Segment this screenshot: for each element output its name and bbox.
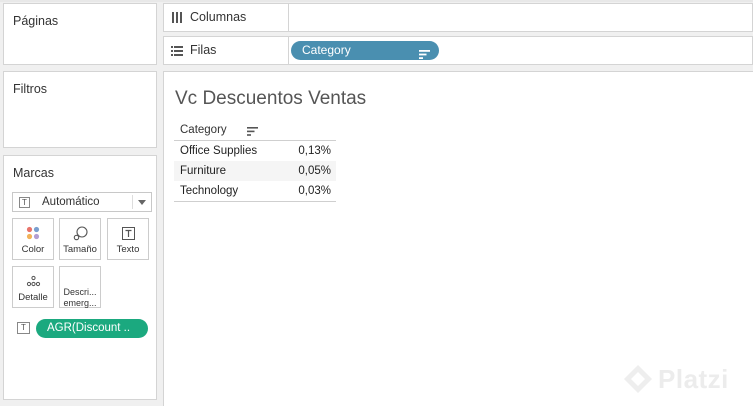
row-category: Technology — [180, 185, 239, 197]
rows-label: Filas — [190, 43, 217, 57]
sheet-title: Vc Descuentos Ventas — [175, 88, 367, 109]
row-value: 0,05% — [298, 165, 331, 177]
category-header[interactable]: Category — [180, 124, 227, 136]
row-category: Furniture — [180, 165, 227, 177]
platzi-watermark: Platzi — [622, 360, 747, 400]
sort-descending-icon[interactable] — [247, 125, 258, 139]
top-strip — [0, 0, 753, 2]
size-icon — [60, 225, 100, 241]
size-label: Tamaño — [63, 244, 97, 255]
detail-dots-icon — [13, 273, 53, 289]
columns-icon — [171, 12, 183, 26]
detail-button[interactable]: Detalle — [12, 266, 54, 308]
chevron-down-icon — [138, 200, 146, 205]
table-header: Category — [174, 121, 336, 141]
pages-title: Páginas — [13, 14, 59, 28]
filters-card[interactable]: Filtros — [3, 71, 157, 148]
category-dimension-pill[interactable]: Category — [291, 41, 439, 60]
pages-card[interactable]: Páginas — [3, 3, 157, 65]
tooltip-label: Descri... emerg... — [60, 287, 100, 309]
columns-label: Columnas — [190, 10, 247, 24]
size-button[interactable]: Tamaño — [59, 218, 101, 260]
platzi-logo-icon — [624, 365, 652, 393]
row-category: Office Supplies — [180, 145, 258, 157]
select-divider — [132, 195, 133, 209]
text-button[interactable]: Texto — [107, 218, 149, 260]
tooltip-label-line2: emerg... — [63, 298, 97, 308]
sort-descending-icon[interactable] — [419, 46, 430, 65]
mark-type-value: Automático — [42, 196, 100, 208]
color-label: Color — [21, 244, 45, 255]
discount-measure-pill[interactable]: AGR(Discount .. — [36, 319, 148, 338]
columns-shelf[interactable]: Columnas — [163, 3, 753, 32]
worksheet-view: Vc Descuentos Ventas Category Office Sup… — [163, 71, 753, 406]
table-row[interactable]: Furniture 0,05% — [174, 161, 336, 181]
columns-shelf-header: Columnas — [164, 4, 289, 31]
tooltip-label-line1: Descri... — [63, 287, 97, 297]
table-row[interactable]: Technology 0,03% — [174, 181, 336, 201]
color-dots-icon — [13, 225, 53, 241]
marks-card: Marcas T Automático Color Tamaño Texto D… — [3, 155, 157, 400]
text-mark-icon: T — [19, 197, 30, 208]
category-pill-label: Category — [302, 43, 351, 57]
rows-icon — [171, 45, 183, 59]
table-bottom-border — [174, 201, 336, 202]
text-encoding-icon: T — [17, 322, 30, 334]
row-value: 0,03% — [298, 185, 331, 197]
table-row[interactable]: Office Supplies 0,13% — [174, 141, 336, 161]
tooltip-button[interactable]: Descri... emerg... — [59, 266, 101, 308]
text-icon — [108, 225, 148, 241]
watermark-text: Platzi — [658, 364, 729, 394]
rows-shelf-header: Filas — [164, 37, 289, 64]
filters-title: Filtros — [13, 82, 48, 96]
color-button[interactable]: Color — [12, 218, 54, 260]
row-value: 0,13% — [298, 145, 331, 157]
detail-label: Detalle — [18, 292, 48, 303]
text-label: Texto — [116, 244, 140, 255]
mark-type-select[interactable]: T Automático — [12, 192, 152, 212]
rows-shelf[interactable]: Filas Category — [163, 36, 753, 65]
crosstab-table: Category Office Supplies 0,13% Furniture… — [174, 121, 336, 202]
marks-title: Marcas — [13, 166, 54, 180]
